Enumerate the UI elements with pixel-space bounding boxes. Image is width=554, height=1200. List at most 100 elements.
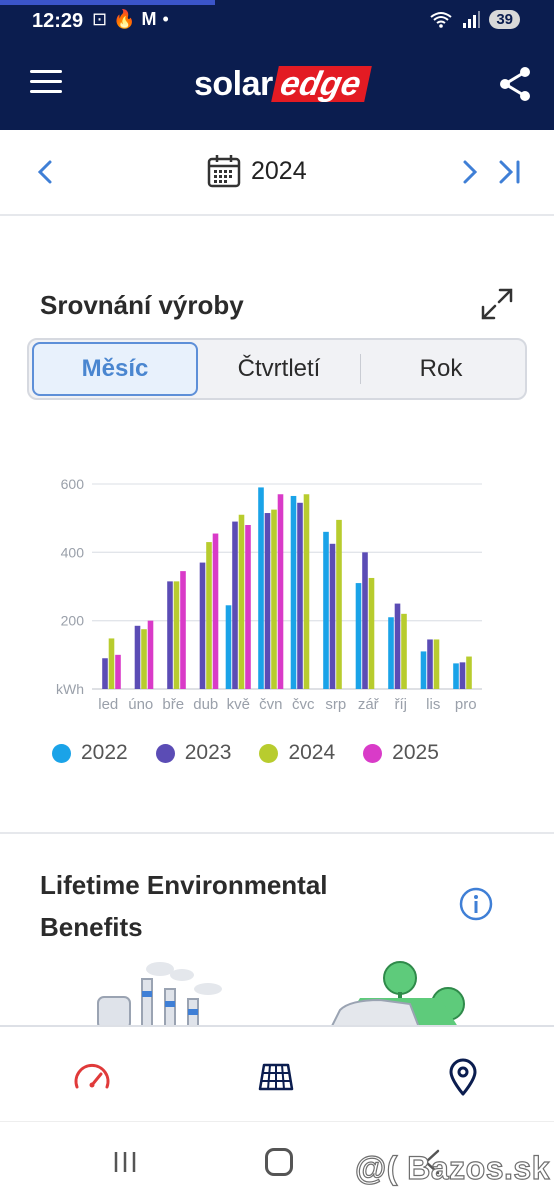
bar-2022-říj [388, 617, 394, 689]
share-icon[interactable] [498, 66, 532, 102]
legend-label: 2022 [81, 741, 128, 764]
bar-2023-zář [362, 552, 368, 689]
x-tick-label: led [98, 696, 118, 713]
x-tick-label: pro [455, 696, 477, 713]
dashboard-icon[interactable] [72, 1057, 112, 1097]
status-notification-icons: ⊡ 🔥 M • [92, 9, 169, 30]
x-tick-label: bře [162, 696, 184, 713]
legend-item[interactable]: 2024 [259, 741, 335, 765]
watermark-text: @( Bazos.sk [354, 1149, 550, 1186]
bar-2025-bře [180, 571, 186, 689]
home-icon[interactable] [265, 1148, 293, 1176]
x-tick-label: čvn [259, 696, 282, 713]
bar-2023-pro [459, 662, 466, 689]
app-screen: 12:29 ⊡ 🔥 M • 39 solar edge 2024 Srovnán… [0, 0, 554, 1200]
bar-2024-úno [141, 629, 147, 689]
y-unit-label: kWh [56, 681, 84, 697]
chevron-right-icon[interactable] [457, 158, 481, 186]
bar-2023-kvě [232, 521, 238, 689]
gmail-icon: M [141, 9, 157, 29]
bar-2023-srp [329, 543, 336, 689]
calendar-icon [207, 155, 241, 188]
bar-2024-lis [433, 639, 440, 689]
bar-2024-říj [401, 613, 407, 689]
legend-label: 2023 [184, 741, 232, 764]
status-time: 12:29 [32, 10, 84, 32]
factory-illustration-icon [97, 962, 222, 1030]
legend-label: 2024 [288, 741, 336, 764]
menu-icon[interactable] [30, 70, 62, 96]
bar-2024-srp [336, 519, 342, 689]
status-system-icons: 39 [429, 10, 520, 29]
bar-2023-dub [199, 562, 206, 689]
x-tick-label: čvc [292, 696, 315, 713]
car-trees-illustration-icon [328, 961, 465, 1030]
info-icon[interactable] [459, 887, 493, 921]
bar-2025-kvě [245, 525, 251, 689]
app-header: 12:29 ⊡ 🔥 M • 39 solar edge [0, 0, 554, 130]
x-tick-label: kvě [227, 696, 250, 713]
legend-dot-icon [259, 743, 279, 763]
chevron-left-icon[interactable] [34, 158, 58, 186]
bar-2024-kvě [238, 514, 245, 689]
x-tick-label: lis [426, 696, 440, 713]
bar-2023-úno [134, 625, 141, 689]
y-tick-label: 200 [61, 613, 85, 629]
bar-2023-lis [427, 639, 433, 689]
bar-2024-čvn [271, 509, 277, 689]
production-title: Srovnání výroby [40, 290, 244, 320]
fire-icon: 🔥 [113, 9, 136, 29]
bar-2025-čvn [277, 494, 284, 689]
bar-2025-dub [212, 533, 219, 689]
bar-2022-čvn [258, 487, 264, 689]
section-divider [0, 832, 554, 834]
bar-2024-zář [368, 577, 375, 689]
dot-icon: • [162, 9, 169, 29]
skip-to-end-icon[interactable] [495, 158, 523, 186]
x-tick-label: úno [128, 696, 153, 713]
bar-2025-úno [147, 620, 154, 689]
bar-2025-led [115, 654, 121, 689]
bar-2023-říj [394, 603, 401, 689]
environment-title: Lifetime Environmental Benefits [40, 870, 328, 942]
recent-apps-icon[interactable] [112, 1150, 138, 1174]
legend-item[interactable]: 2025 [363, 741, 439, 765]
location-icon[interactable] [443, 1057, 483, 1097]
bar-2022-čvc [290, 495, 297, 689]
wifi-icon [430, 11, 452, 28]
bar-2024-bře [173, 581, 180, 689]
x-tick-label: srp [325, 696, 346, 713]
tab-month[interactable]: Měsíc [32, 342, 198, 396]
screenshot-icon: ⊡ [92, 9, 108, 29]
progress-accent [0, 0, 215, 5]
bar-2024-čvc [303, 494, 310, 689]
bar-2022-pro [453, 663, 459, 689]
legend-item[interactable]: 2022 [52, 741, 128, 765]
bar-2024-dub [206, 542, 212, 689]
y-tick-label: 600 [61, 476, 85, 492]
legend-dot-icon [52, 743, 71, 763]
bottom-navigation [0, 1025, 554, 1121]
bar-2023-čvc [297, 502, 303, 689]
bar-2023-bře [167, 581, 173, 689]
year-label: 2024 [251, 156, 307, 185]
x-tick-label: zář [358, 696, 380, 713]
bar-2024-led [108, 638, 115, 689]
bar-2024-pro [466, 656, 472, 689]
bar-2022-kvě [225, 605, 232, 689]
legend-dot-icon [155, 743, 175, 763]
year-navigator: 2024 [0, 130, 554, 216]
period-tabs: Měsíc Čtvrtletí Rok [27, 338, 527, 400]
bar-2023-čvn [264, 513, 271, 689]
legend-item[interactable]: 2023 [155, 741, 232, 765]
year-selector[interactable]: 2024 [207, 154, 307, 188]
bar-2022-lis [420, 651, 427, 689]
layout-icon[interactable] [256, 1057, 296, 1097]
x-tick-label: dub [193, 696, 218, 713]
tab-quarter[interactable]: Čtvrtletí [198, 342, 360, 396]
legend-dot-icon [363, 743, 383, 763]
x-tick-label: říj [395, 696, 408, 713]
solaredge-logo: solar edge [194, 64, 372, 104]
expand-icon[interactable] [480, 287, 514, 321]
tab-year[interactable]: Rok [360, 342, 522, 396]
